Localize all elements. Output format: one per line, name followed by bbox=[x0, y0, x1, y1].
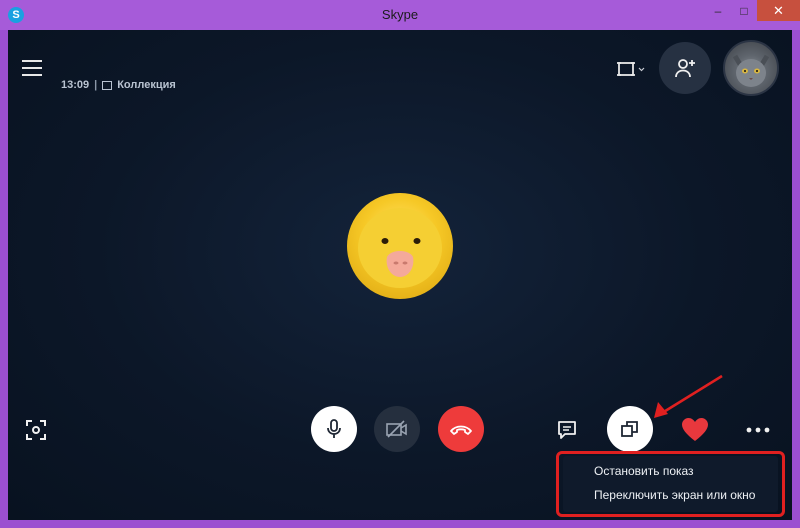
hangup-icon bbox=[450, 425, 472, 435]
microphone-icon bbox=[327, 419, 341, 438]
call-time: 13:09 bbox=[61, 79, 90, 91]
menu-item-switch-screen[interactable]: Переключить экран или окно bbox=[563, 483, 778, 507]
title-bar: S Skype – □ ✕ bbox=[0, 0, 800, 30]
collection-icon bbox=[102, 80, 113, 90]
fullscreen-icon bbox=[26, 420, 46, 440]
call-area: 13:09 | Коллекция Остановить показ Перек… bbox=[8, 30, 792, 520]
screen-select-button[interactable] bbox=[614, 58, 648, 82]
call-info: 13:09 | Коллекция bbox=[61, 79, 176, 91]
microphone-button[interactable] bbox=[311, 406, 357, 452]
close-button[interactable]: ✕ bbox=[757, 0, 800, 21]
skype-window: S Skype – □ ✕ 13:09 | Коллекция Останови… bbox=[0, 0, 800, 528]
window-title: Skype bbox=[381, 7, 419, 22]
camera-button[interactable] bbox=[374, 406, 420, 452]
call-info-separator: | bbox=[94, 79, 98, 91]
chat-button[interactable] bbox=[555, 418, 579, 442]
maximize-button[interactable]: □ bbox=[731, 0, 757, 21]
chat-icon bbox=[558, 421, 576, 439]
annotation-arrow-icon bbox=[654, 374, 723, 418]
more-icon bbox=[746, 427, 770, 433]
screen-share-button[interactable] bbox=[607, 406, 653, 452]
duckling-avatar-image bbox=[358, 208, 442, 288]
cat-avatar-image bbox=[732, 54, 770, 87]
collection-label[interactable]: Коллекция bbox=[117, 79, 176, 91]
participant-avatar[interactable] bbox=[723, 40, 779, 96]
add-person-icon bbox=[675, 59, 695, 78]
hamburger-icon[interactable] bbox=[22, 60, 42, 76]
contact-avatar bbox=[347, 193, 453, 299]
camera-off-icon bbox=[386, 420, 407, 438]
screen-share-icon bbox=[621, 421, 638, 437]
share-dropdown-menu: Остановить показ Переключить экран или о… bbox=[563, 456, 778, 512]
minimize-button[interactable]: – bbox=[705, 0, 731, 21]
more-options-button[interactable] bbox=[744, 420, 772, 440]
hangup-button[interactable] bbox=[438, 406, 484, 452]
menu-item-stop-sharing[interactable]: Остановить показ bbox=[563, 459, 778, 483]
screen-select-icon bbox=[617, 62, 645, 76]
fullscreen-button[interactable] bbox=[24, 418, 48, 442]
add-person-button[interactable] bbox=[659, 42, 711, 94]
